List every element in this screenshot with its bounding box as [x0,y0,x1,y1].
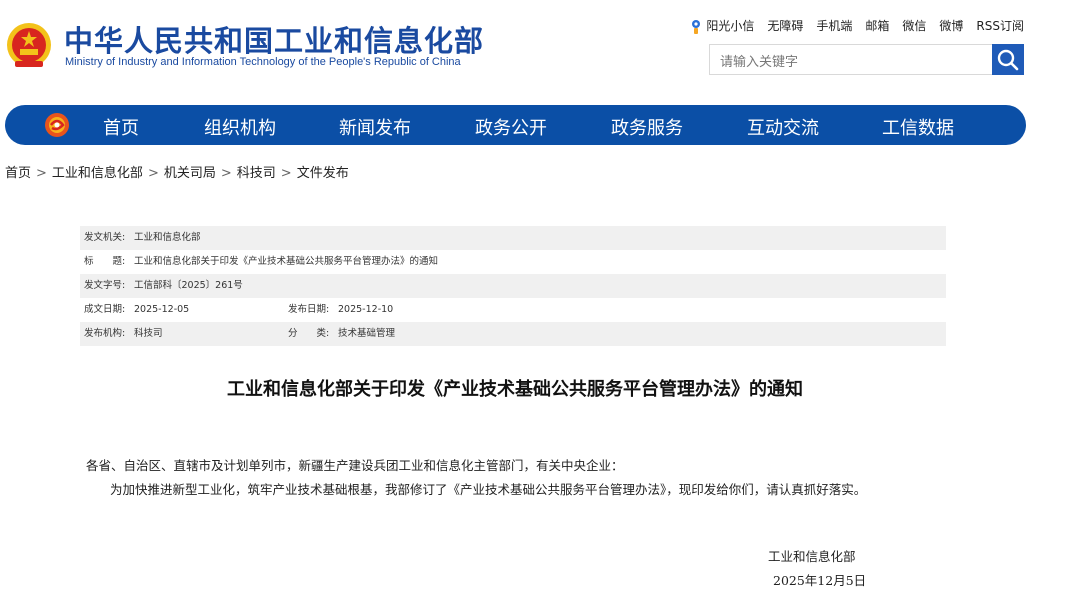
nav-data[interactable]: 工信数据 [882,114,954,140]
search-icon [997,49,1019,71]
meta-row-issuer: 发文机关: 工业和信息化部 [80,226,946,250]
breadcrumb-departments[interactable]: 机关司局 [164,166,216,181]
meta-label: 分 类: [288,328,330,339]
meta-label: 标 题: [84,256,126,267]
main-nav: 首页 组织机构 新闻发布 政务公开 政务服务 互动交流 工信数据 [5,105,1026,145]
link-rss[interactable]: RSS订阅 [976,17,1024,34]
top-links: 阳光小信 无障碍 手机端 邮箱 微信 微博 RSS订阅 [690,17,1024,35]
meta-label: 发文机关: [84,232,126,243]
national-emblem-logo[interactable] [5,21,53,71]
breadcrumb-documents[interactable]: 文件发布 [297,166,349,181]
breadcrumb-separator: > [36,166,47,181]
document-meta-table: 发文机关: 工业和信息化部 标 题: 工业和信息化部关于印发《产业技术基础公共服… [80,226,946,346]
site-subtitle: Ministry of Industry and Information Tec… [65,56,461,68]
meta-label: 成文日期: [84,304,126,315]
breadcrumb-separator: > [220,166,232,181]
nav-gov-services[interactable]: 政务服务 [611,114,683,140]
document-salutation: 各省、自治区、直辖市及计划单列市，新疆生产建设兵团工业和信息化主管部门，有关中央… [86,458,624,473]
nav-gov-affairs[interactable]: 政务公开 [475,114,547,140]
link-mail[interactable]: 邮箱 [865,17,889,34]
search-input[interactable] [718,51,992,73]
link-accessibility[interactable]: 无障碍 [767,17,803,34]
meta-doc-no: 工信部科〔2025〕261号 [134,280,243,291]
search-button[interactable] [992,44,1024,75]
breadcrumb-home[interactable]: 首页 [5,166,31,181]
nav-organization[interactable]: 组织机构 [204,114,276,140]
link-mobile[interactable]: 手机端 [816,17,852,34]
link-weibo[interactable]: 微博 [939,17,963,34]
nav-news[interactable]: 新闻发布 [339,114,411,140]
breadcrumb-separator: > [147,166,159,181]
search-box [709,44,1024,75]
link-wechat[interactable]: 微信 [902,17,926,34]
breadcrumb-separator: > [280,166,292,181]
site-title[interactable]: 中华人民共和国工业和信息化部 [64,18,484,60]
meta-row-dates: 成文日期: 2025-12-05 发布日期: 2025-12-10 [80,298,946,322]
meta-category: 技术基础管理 [338,328,396,339]
breadcrumb-miit[interactable]: 工业和信息化部 [52,166,143,181]
link-label: 阳光小信 [706,19,755,33]
meta-row-title: 标 题: 工业和信息化部关于印发《产业技术基础公共服务平台管理办法》的通知 [80,250,946,274]
meta-label: 发布机构: [84,328,126,339]
nav-interaction[interactable]: 互动交流 [747,114,819,140]
signature-org: 工业和信息化部 [768,549,856,564]
meta-row-doc-no: 发文字号: 工信部科〔2025〕261号 [80,274,946,298]
meta-label: 发文字号: [84,280,126,291]
meta-published-date: 2025-12-10 [338,304,394,315]
breadcrumb-sci-tech-dept[interactable]: 科技司 [237,166,276,181]
link-sunshine[interactable]: 阳光小信 [690,17,754,35]
document-title: 工业和信息化部关于印发《产业技术基础公共服务平台管理办法》的通知 [227,379,803,400]
meta-created-date: 2025-12-05 [134,304,190,315]
meta-org: 科技司 [134,328,163,339]
breadcrumb: 首页 > 工业和信息化部 > 机关司局 > 科技司 > 文件发布 [5,162,349,181]
document-body-paragraph: 为加快推进新型工业化，筑牢产业技术基础根基，我部修订了《产业技术基础公共服务平台… [110,482,867,497]
meta-label: 发布日期: [288,304,330,315]
nav-home[interactable]: 首页 [103,114,139,140]
miit-logo-icon [43,111,71,139]
mascot-icon [690,19,702,35]
signature-date: 2025年12月5日 [773,573,867,588]
meta-row-org: 发布机构: 科技司 分 类: 技术基础管理 [80,322,946,346]
meta-title: 工业和信息化部关于印发《产业技术基础公共服务平台管理办法》的通知 [134,256,439,267]
meta-issuer: 工业和信息化部 [134,232,201,243]
